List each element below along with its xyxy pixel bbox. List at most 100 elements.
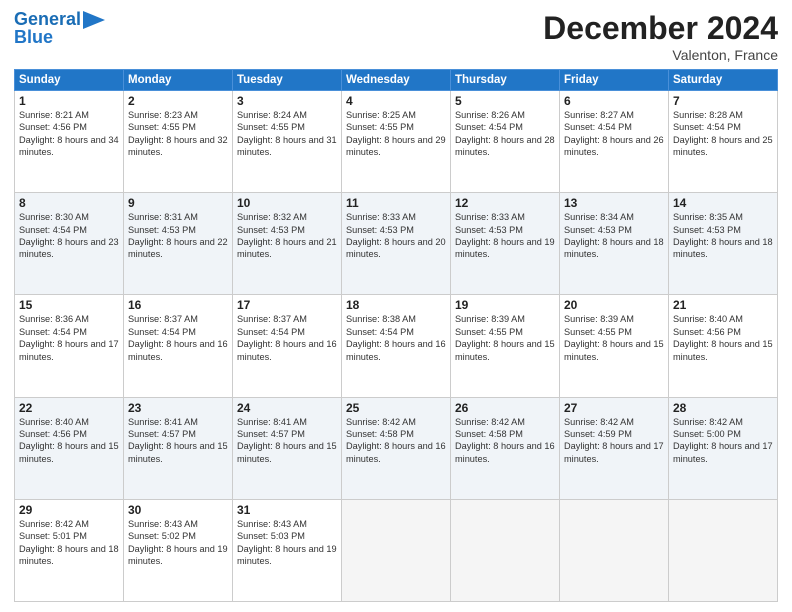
cell-sunrise: Sunrise: 8:37 AMSunset: 4:54 PMDaylight:… <box>128 314 228 361</box>
table-row: 5 Sunrise: 8:26 AMSunset: 4:54 PMDayligh… <box>451 91 560 193</box>
table-row: 21 Sunrise: 8:40 AMSunset: 4:56 PMDaylig… <box>669 295 778 397</box>
cell-sunrise: Sunrise: 8:40 AMSunset: 4:56 PMDaylight:… <box>673 314 773 361</box>
table-row: 2 Sunrise: 8:23 AMSunset: 4:55 PMDayligh… <box>124 91 233 193</box>
table-row: 1 Sunrise: 8:21 AMSunset: 4:56 PMDayligh… <box>15 91 124 193</box>
cell-sunrise: Sunrise: 8:41 AMSunset: 4:57 PMDaylight:… <box>237 417 337 464</box>
table-row: 29 Sunrise: 8:42 AMSunset: 5:01 PMDaylig… <box>15 499 124 601</box>
day-number: 2 <box>128 94 228 108</box>
cell-sunrise: Sunrise: 8:31 AMSunset: 4:53 PMDaylight:… <box>128 212 228 259</box>
day-number: 16 <box>128 298 228 312</box>
table-row: 19 Sunrise: 8:39 AMSunset: 4:55 PMDaylig… <box>451 295 560 397</box>
table-row: 31 Sunrise: 8:43 AMSunset: 5:03 PMDaylig… <box>233 499 342 601</box>
col-tuesday: Tuesday <box>233 70 342 91</box>
col-sunday: Sunday <box>15 70 124 91</box>
cell-sunrise: Sunrise: 8:28 AMSunset: 4:54 PMDaylight:… <box>673 110 773 157</box>
day-number: 24 <box>237 401 337 415</box>
table-row: 7 Sunrise: 8:28 AMSunset: 4:54 PMDayligh… <box>669 91 778 193</box>
calendar-table: Sunday Monday Tuesday Wednesday Thursday… <box>14 69 778 602</box>
month-title: December 2024 <box>543 10 778 47</box>
cell-sunrise: Sunrise: 8:39 AMSunset: 4:55 PMDaylight:… <box>455 314 555 361</box>
day-number: 27 <box>564 401 664 415</box>
day-number: 5 <box>455 94 555 108</box>
day-number: 10 <box>237 196 337 210</box>
col-thursday: Thursday <box>451 70 560 91</box>
cell-sunrise: Sunrise: 8:43 AMSunset: 5:03 PMDaylight:… <box>237 519 337 566</box>
cell-sunrise: Sunrise: 8:37 AMSunset: 4:54 PMDaylight:… <box>237 314 337 361</box>
day-number: 8 <box>19 196 119 210</box>
day-number: 22 <box>19 401 119 415</box>
col-saturday: Saturday <box>669 70 778 91</box>
cell-sunrise: Sunrise: 8:27 AMSunset: 4:54 PMDaylight:… <box>564 110 664 157</box>
table-row: 30 Sunrise: 8:43 AMSunset: 5:02 PMDaylig… <box>124 499 233 601</box>
table-row: 16 Sunrise: 8:37 AMSunset: 4:54 PMDaylig… <box>124 295 233 397</box>
cell-sunrise: Sunrise: 8:36 AMSunset: 4:54 PMDaylight:… <box>19 314 119 361</box>
table-row <box>669 499 778 601</box>
header: General Blue December 2024 Valenton, Fra… <box>14 10 778 63</box>
table-row <box>451 499 560 601</box>
cell-sunrise: Sunrise: 8:30 AMSunset: 4:54 PMDaylight:… <box>19 212 119 259</box>
day-number: 3 <box>237 94 337 108</box>
table-row: 26 Sunrise: 8:42 AMSunset: 4:58 PMDaylig… <box>451 397 560 499</box>
day-number: 17 <box>237 298 337 312</box>
day-number: 29 <box>19 503 119 517</box>
table-row: 3 Sunrise: 8:24 AMSunset: 4:55 PMDayligh… <box>233 91 342 193</box>
table-row: 12 Sunrise: 8:33 AMSunset: 4:53 PMDaylig… <box>451 193 560 295</box>
logo-arrow-icon <box>83 11 105 29</box>
cell-sunrise: Sunrise: 8:33 AMSunset: 4:53 PMDaylight:… <box>455 212 555 259</box>
day-number: 31 <box>237 503 337 517</box>
table-row: 15 Sunrise: 8:36 AMSunset: 4:54 PMDaylig… <box>15 295 124 397</box>
day-number: 7 <box>673 94 773 108</box>
day-number: 26 <box>455 401 555 415</box>
location: Valenton, France <box>543 47 778 63</box>
cell-sunrise: Sunrise: 8:26 AMSunset: 4:54 PMDaylight:… <box>455 110 555 157</box>
table-row: 28 Sunrise: 8:42 AMSunset: 5:00 PMDaylig… <box>669 397 778 499</box>
day-number: 23 <box>128 401 228 415</box>
day-number: 13 <box>564 196 664 210</box>
table-row: 23 Sunrise: 8:41 AMSunset: 4:57 PMDaylig… <box>124 397 233 499</box>
cell-sunrise: Sunrise: 8:24 AMSunset: 4:55 PMDaylight:… <box>237 110 337 157</box>
cell-sunrise: Sunrise: 8:34 AMSunset: 4:53 PMDaylight:… <box>564 212 664 259</box>
cell-sunrise: Sunrise: 8:42 AMSunset: 5:01 PMDaylight:… <box>19 519 119 566</box>
table-row: 27 Sunrise: 8:42 AMSunset: 4:59 PMDaylig… <box>560 397 669 499</box>
day-number: 11 <box>346 196 446 210</box>
day-number: 25 <box>346 401 446 415</box>
table-row: 8 Sunrise: 8:30 AMSunset: 4:54 PMDayligh… <box>15 193 124 295</box>
page: General Blue December 2024 Valenton, Fra… <box>0 0 792 612</box>
day-number: 28 <box>673 401 773 415</box>
cell-sunrise: Sunrise: 8:32 AMSunset: 4:53 PMDaylight:… <box>237 212 337 259</box>
cell-sunrise: Sunrise: 8:21 AMSunset: 4:56 PMDaylight:… <box>19 110 119 157</box>
cell-sunrise: Sunrise: 8:39 AMSunset: 4:55 PMDaylight:… <box>564 314 664 361</box>
day-number: 19 <box>455 298 555 312</box>
day-number: 9 <box>128 196 228 210</box>
table-row: 4 Sunrise: 8:25 AMSunset: 4:55 PMDayligh… <box>342 91 451 193</box>
day-number: 4 <box>346 94 446 108</box>
calendar-body: 1 Sunrise: 8:21 AMSunset: 4:56 PMDayligh… <box>15 91 778 602</box>
cell-sunrise: Sunrise: 8:42 AMSunset: 4:59 PMDaylight:… <box>564 417 664 464</box>
table-row <box>342 499 451 601</box>
table-row: 11 Sunrise: 8:33 AMSunset: 4:53 PMDaylig… <box>342 193 451 295</box>
table-row: 17 Sunrise: 8:37 AMSunset: 4:54 PMDaylig… <box>233 295 342 397</box>
day-number: 15 <box>19 298 119 312</box>
cell-sunrise: Sunrise: 8:38 AMSunset: 4:54 PMDaylight:… <box>346 314 446 361</box>
cell-sunrise: Sunrise: 8:23 AMSunset: 4:55 PMDaylight:… <box>128 110 228 157</box>
table-row: 13 Sunrise: 8:34 AMSunset: 4:53 PMDaylig… <box>560 193 669 295</box>
title-block: December 2024 Valenton, France <box>543 10 778 63</box>
table-row: 25 Sunrise: 8:42 AMSunset: 4:58 PMDaylig… <box>342 397 451 499</box>
cell-sunrise: Sunrise: 8:43 AMSunset: 5:02 PMDaylight:… <box>128 519 228 566</box>
day-number: 12 <box>455 196 555 210</box>
table-row: 6 Sunrise: 8:27 AMSunset: 4:54 PMDayligh… <box>560 91 669 193</box>
cell-sunrise: Sunrise: 8:33 AMSunset: 4:53 PMDaylight:… <box>346 212 446 259</box>
table-row: 14 Sunrise: 8:35 AMSunset: 4:53 PMDaylig… <box>669 193 778 295</box>
col-friday: Friday <box>560 70 669 91</box>
cell-sunrise: Sunrise: 8:41 AMSunset: 4:57 PMDaylight:… <box>128 417 228 464</box>
cell-sunrise: Sunrise: 8:42 AMSunset: 4:58 PMDaylight:… <box>346 417 446 464</box>
logo: General Blue <box>14 10 105 48</box>
table-row: 18 Sunrise: 8:38 AMSunset: 4:54 PMDaylig… <box>342 295 451 397</box>
cell-sunrise: Sunrise: 8:40 AMSunset: 4:56 PMDaylight:… <box>19 417 119 464</box>
table-row: 9 Sunrise: 8:31 AMSunset: 4:53 PMDayligh… <box>124 193 233 295</box>
day-number: 1 <box>19 94 119 108</box>
cell-sunrise: Sunrise: 8:42 AMSunset: 5:00 PMDaylight:… <box>673 417 773 464</box>
day-number: 21 <box>673 298 773 312</box>
logo-blue-text: Blue <box>14 27 53 47</box>
table-row: 24 Sunrise: 8:41 AMSunset: 4:57 PMDaylig… <box>233 397 342 499</box>
